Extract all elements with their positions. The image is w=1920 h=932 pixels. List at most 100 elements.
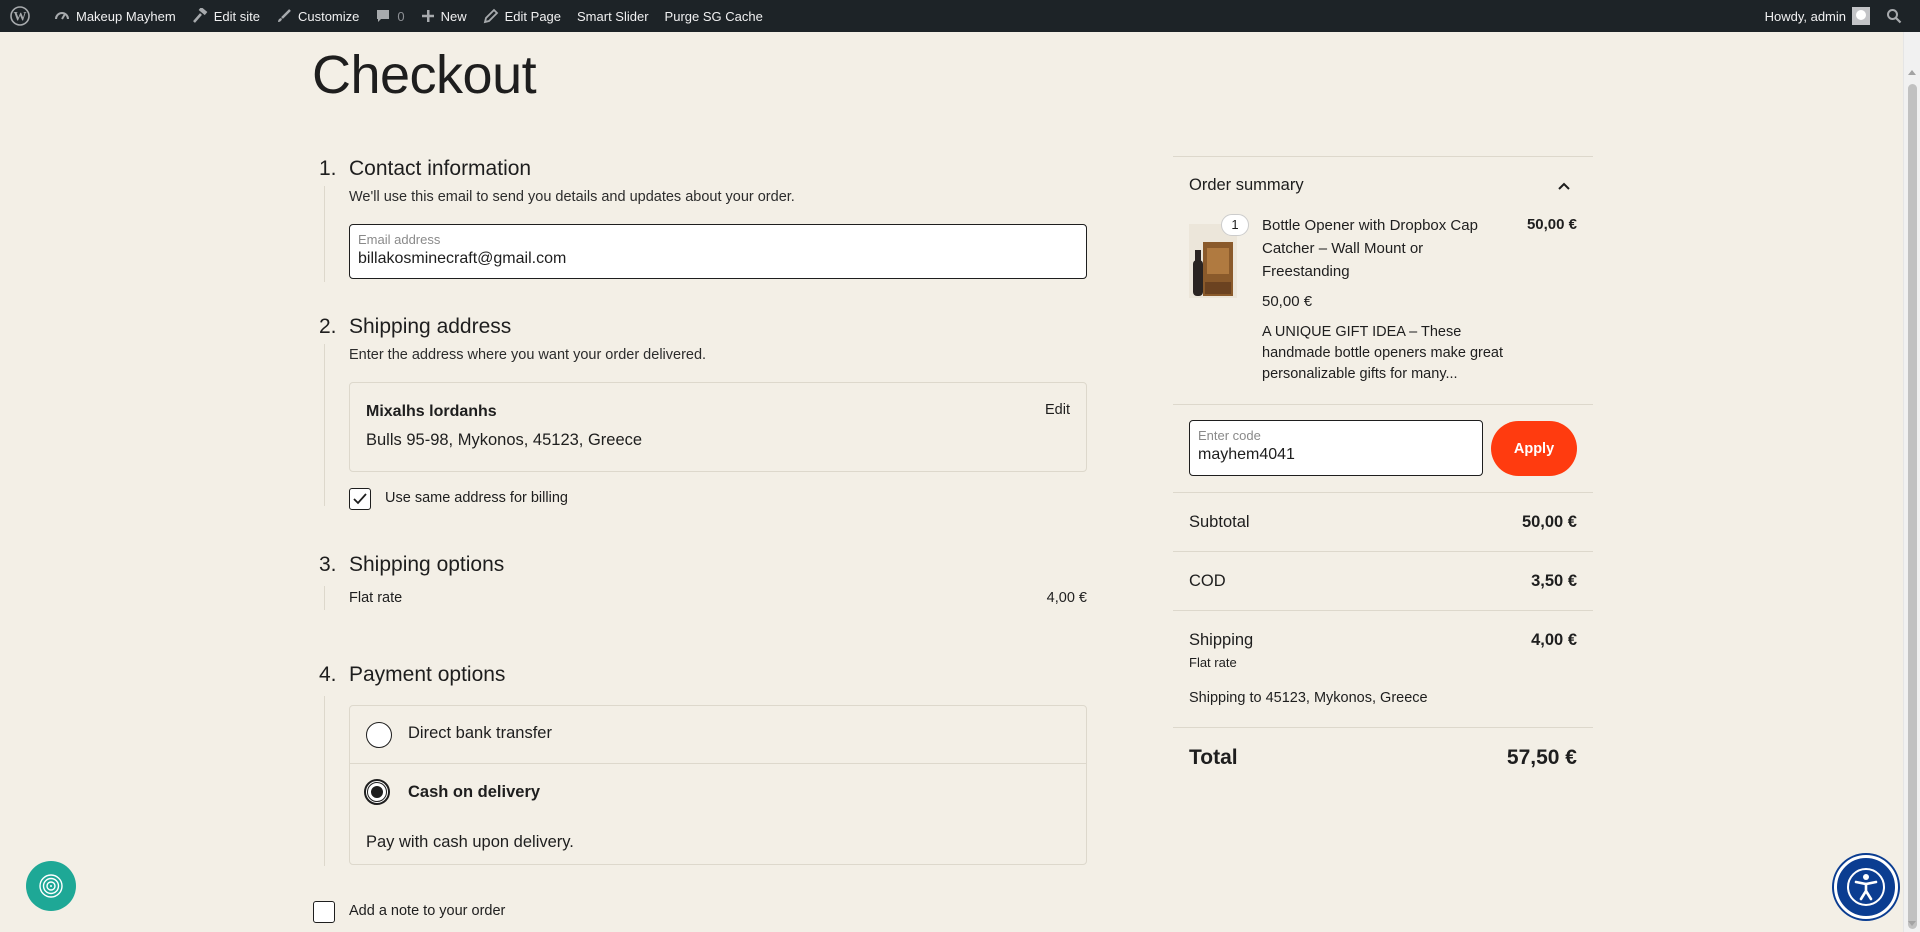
dashboard-icon bbox=[55, 12, 69, 20]
coupon-field[interactable]: Enter code bbox=[1189, 420, 1483, 476]
my-account-link[interactable]: Howdy, admin bbox=[1757, 0, 1878, 32]
contact-step-number: 1. bbox=[319, 157, 337, 180]
payment-step-number: 4. bbox=[319, 663, 337, 686]
site-name-link[interactable]: Makeup Mayhem bbox=[46, 0, 184, 32]
bank-transfer-radio[interactable] bbox=[366, 722, 392, 748]
email-label: Email address bbox=[358, 232, 441, 247]
comments-link[interactable]: 0 bbox=[367, 0, 412, 32]
total-label: Total bbox=[1189, 746, 1238, 769]
same-billing-label: Use same address for billing bbox=[385, 490, 568, 506]
smart-slider-link[interactable]: Smart Slider bbox=[569, 0, 657, 32]
hammer-icon bbox=[192, 8, 208, 23]
comments-count: 0 bbox=[397, 8, 405, 24]
shipping-options-step-title: Shipping options bbox=[349, 553, 505, 576]
payment-step-title: Payment options bbox=[349, 663, 506, 686]
edit-site-label: Edit site bbox=[213, 8, 260, 24]
fingerprint-icon bbox=[39, 874, 63, 898]
page-title: Checkout bbox=[312, 45, 537, 105]
subtotal-value: 50,00 € bbox=[1521, 513, 1577, 531]
purge-cache-link[interactable]: Purge SG Cache bbox=[657, 0, 771, 32]
edit-address-button[interactable]: Edit bbox=[1045, 402, 1070, 418]
cod-value: 3,50 € bbox=[1531, 572, 1577, 590]
summary-top-border bbox=[1173, 156, 1593, 157]
coupon-label: Enter code bbox=[1198, 428, 1261, 443]
shipping-label: Shipping bbox=[1189, 631, 1254, 649]
customize-label: Customize bbox=[297, 8, 360, 24]
contact-step-title: Contact information bbox=[349, 157, 532, 180]
product-description: A UNIQUE GIFT IDEA – These handmade bott… bbox=[1262, 324, 1504, 382]
payment-step-line bbox=[324, 696, 325, 866]
shipping-options-step-line bbox=[324, 586, 325, 610]
admin-search-button[interactable] bbox=[1878, 0, 1920, 32]
comment-icon bbox=[377, 10, 390, 22]
product-unit-price: 50,00 € bbox=[1262, 293, 1313, 310]
product-name: Bottle Opener with Dropbox Cap Catcher –… bbox=[1262, 217, 1478, 280]
same-billing-checkbox[interactable] bbox=[349, 488, 371, 510]
address-card: Mixalhs lordanhs Bulls 95-98, Mykonos, 4… bbox=[349, 382, 1087, 472]
shipping-method-price: 4,00 € bbox=[1046, 590, 1087, 606]
quantity-badge: 1 bbox=[1221, 214, 1249, 236]
summary-divider bbox=[1173, 727, 1593, 728]
avatar bbox=[1852, 7, 1870, 25]
shipping-address-step-number: 2. bbox=[319, 315, 337, 338]
cash-on-delivery-radio[interactable] bbox=[364, 779, 390, 805]
summary-divider bbox=[1173, 404, 1593, 405]
purge-cache-label: Purge SG Cache bbox=[664, 8, 763, 24]
summary-divider bbox=[1173, 610, 1593, 611]
summary-divider bbox=[1173, 492, 1593, 493]
order-note-label: Add a note to your order bbox=[349, 903, 506, 919]
email-field[interactable]: Email address bbox=[349, 224, 1087, 279]
scroll-thumb[interactable] bbox=[1908, 84, 1917, 929]
coupon-input[interactable] bbox=[1198, 446, 1468, 464]
shipping-to: Shipping to 45123, Mykonos, Greece bbox=[1189, 690, 1428, 706]
svg-text:W: W bbox=[14, 9, 27, 24]
scroll-down-arrow-icon[interactable] bbox=[1908, 921, 1916, 926]
customize-link[interactable]: Customize bbox=[268, 0, 367, 32]
edit-site-link[interactable]: Edit site bbox=[184, 0, 268, 32]
site-name: Makeup Mayhem bbox=[76, 8, 176, 24]
pencil-icon bbox=[483, 8, 498, 24]
shipping-options-step-number: 3. bbox=[319, 553, 337, 576]
total-value: 57,50 € bbox=[1506, 746, 1577, 769]
admin-bar: W Makeup Mayhem Edit site Customize 0 Ne… bbox=[0, 0, 1920, 32]
shipping-value: 4,00 € bbox=[1531, 631, 1577, 649]
order-summary-title[interactable]: Order summary bbox=[1189, 176, 1304, 195]
payment-options: Direct bank transfer Cash on delivery Pa… bbox=[349, 705, 1087, 865]
contact-description: We'll use this email to send you details… bbox=[349, 189, 795, 205]
bank-transfer-label: Direct bank transfer bbox=[408, 724, 552, 742]
email-input[interactable] bbox=[358, 250, 1058, 268]
brush-icon bbox=[277, 9, 291, 22]
page-scrollbar[interactable] bbox=[1903, 32, 1920, 932]
address-name: Mixalhs lordanhs bbox=[366, 403, 497, 420]
accessibility-button[interactable] bbox=[1834, 855, 1898, 919]
plus-icon bbox=[421, 10, 434, 22]
howdy-label: Howdy, admin bbox=[1764, 8, 1846, 24]
search-icon bbox=[1887, 9, 1902, 24]
scroll-up-arrow-icon[interactable] bbox=[1908, 70, 1916, 75]
shipping-address-step-title: Shipping address bbox=[349, 315, 512, 338]
payment-option-bank-transfer[interactable]: Direct bank transfer bbox=[350, 706, 1086, 763]
subtotal-label: Subtotal bbox=[1189, 513, 1250, 531]
chevron-up-icon[interactable] bbox=[1557, 182, 1571, 191]
shipping-method-sub: Flat rate bbox=[1189, 655, 1237, 670]
wordpress-logo-icon[interactable]: W bbox=[0, 0, 46, 32]
cod-label: COD bbox=[1189, 572, 1226, 590]
cash-on-delivery-label: Cash on delivery bbox=[408, 783, 541, 801]
product-line-total: 50,00 € bbox=[1526, 216, 1577, 233]
shipping-address-step-line bbox=[324, 344, 325, 506]
shipping-address-description: Enter the address where you want your or… bbox=[349, 347, 707, 363]
smart-slider-label: Smart Slider bbox=[577, 8, 649, 24]
contact-step-line bbox=[324, 186, 325, 282]
new-content-link[interactable]: New bbox=[413, 0, 475, 32]
shipping-method-label: Flat rate bbox=[349, 590, 403, 606]
order-note-checkbox[interactable] bbox=[313, 901, 335, 923]
address-line: Bulls 95-98, Mykonos, 45123, Greece bbox=[366, 431, 643, 449]
checkmark-icon bbox=[353, 493, 367, 505]
edit-page-label: Edit Page bbox=[504, 8, 562, 24]
apply-coupon-button[interactable]: Apply bbox=[1491, 421, 1577, 476]
new-label: New bbox=[440, 8, 467, 24]
summary-divider bbox=[1173, 551, 1593, 552]
edit-page-link[interactable]: Edit Page bbox=[475, 0, 569, 32]
fingerprint-widget-button[interactable] bbox=[26, 861, 76, 911]
cash-on-delivery-description: Pay with cash upon delivery. bbox=[366, 833, 574, 851]
